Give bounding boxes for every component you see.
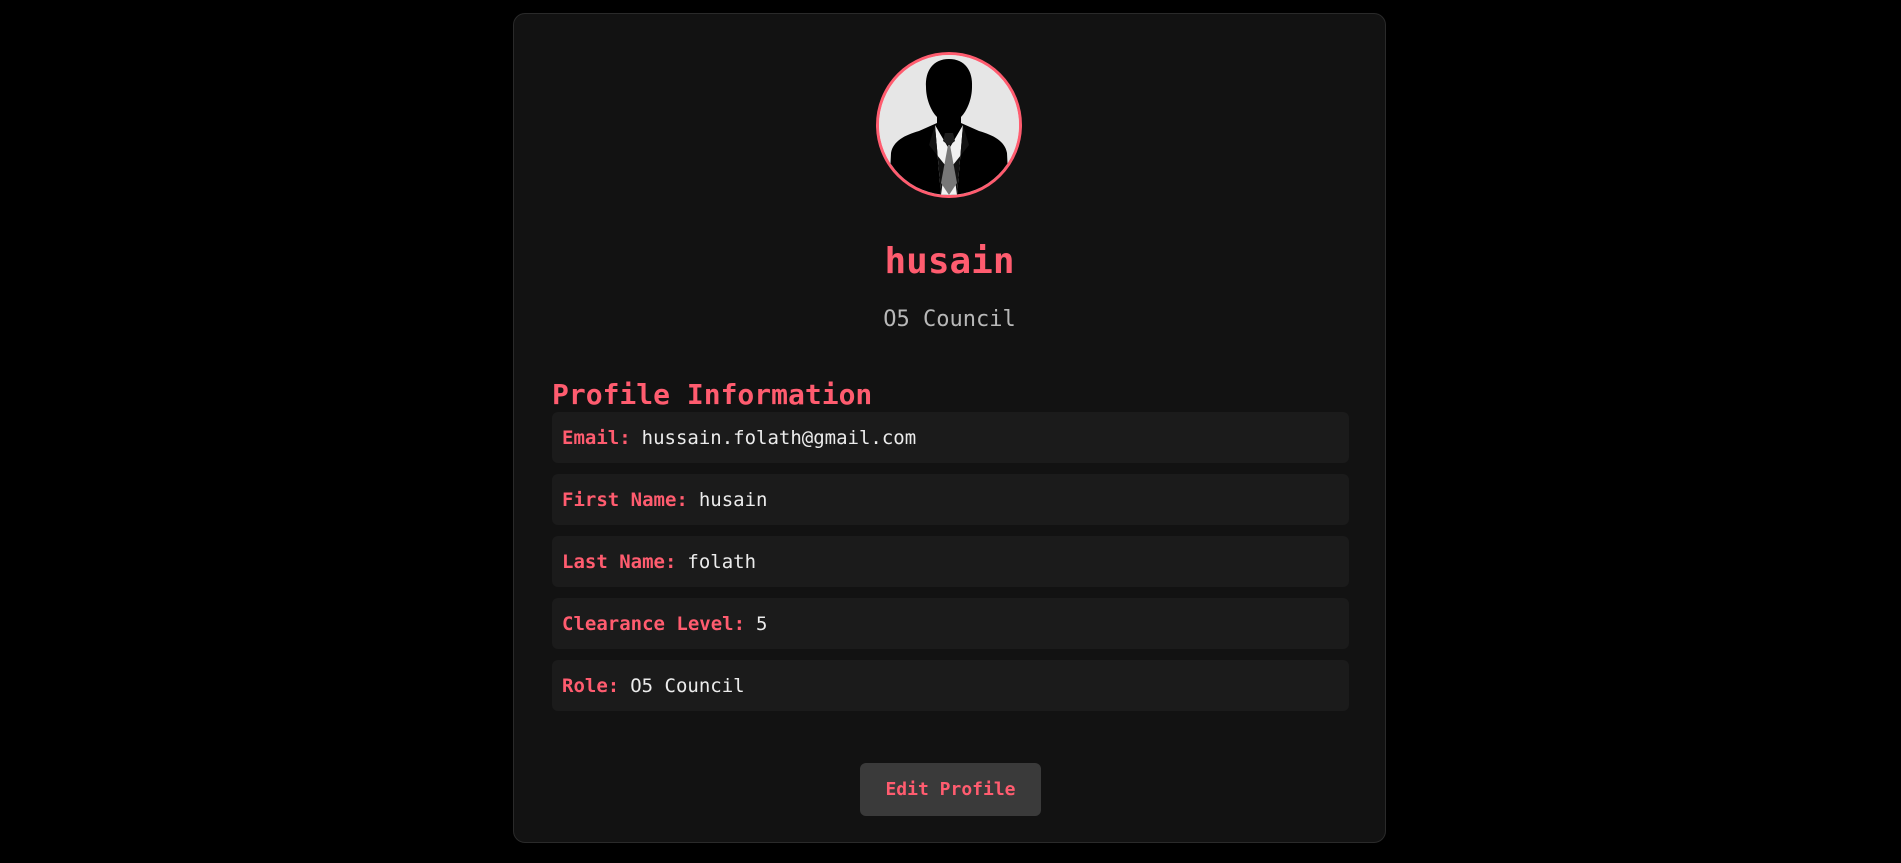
info-label: Last Name:: [562, 550, 677, 573]
info-value: folath: [687, 550, 757, 573]
info-row-email: Email: hussain.folath@gmail.com: [552, 412, 1349, 463]
person-silhouette-icon: [879, 55, 1019, 195]
profile-card: husain O5 Council Profile Information Em…: [513, 13, 1386, 843]
info-value: hussain.folath@gmail.com: [641, 426, 917, 449]
info-value: 5: [756, 612, 768, 635]
section-title: Profile Information: [552, 378, 873, 411]
info-value: husain: [698, 488, 768, 511]
profile-role-subtitle: O5 Council: [883, 307, 1016, 332]
edit-profile-button[interactable]: Edit Profile: [860, 763, 1041, 816]
info-label: Role:: [562, 674, 620, 697]
info-value: O5 Council: [630, 674, 745, 697]
info-row-last-name: Last Name: folath: [552, 536, 1349, 587]
info-row-first-name: First Name: husain: [552, 474, 1349, 525]
info-label: Clearance Level:: [562, 612, 746, 635]
profile-username: husain: [884, 241, 1015, 282]
avatar: [876, 52, 1022, 198]
info-row-clearance-level: Clearance Level: 5: [552, 598, 1349, 649]
info-label: Email:: [562, 426, 631, 449]
info-row-role: Role: O5 Council: [552, 660, 1349, 711]
info-label: First Name:: [562, 488, 688, 511]
